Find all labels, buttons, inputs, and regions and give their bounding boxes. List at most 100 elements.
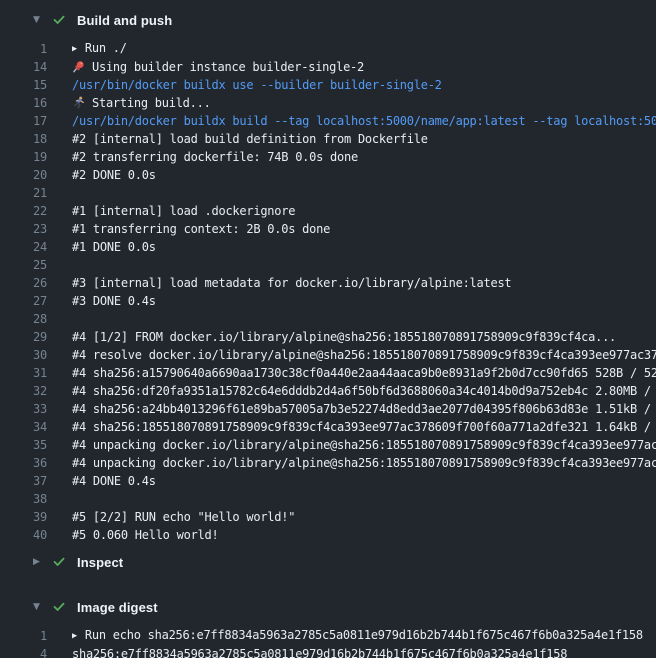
log-text: #4 sha256:a15790640a6690aa1730c38cf0a440… [72, 364, 656, 382]
run-command-toggle[interactable]: ▶ Run echo sha256:e7ff8834a5963a2785c5a08… [72, 626, 643, 646]
line-number[interactable]: 40 [0, 526, 47, 544]
line-number[interactable]: 32 [0, 382, 47, 400]
line-number[interactable]: 19 [0, 148, 47, 166]
line-number[interactable]: 27 [0, 292, 47, 310]
log-text-value: Run ./ [85, 41, 127, 55]
line-number[interactable]: 35 [0, 436, 47, 454]
check-icon [52, 600, 66, 614]
workflow-log-viewer: ▼Build and push1▶Run ./14Using builder i… [0, 0, 656, 658]
chevron-down-icon[interactable]: ▼ [30, 603, 43, 612]
run-command-toggle[interactable]: ▶ Run ./ [72, 39, 127, 59]
line-number[interactable]: 33 [0, 400, 47, 418]
log-text: #1 transferring context: 2B 0.0s done [72, 220, 330, 238]
check-icon [52, 13, 66, 27]
log-text: #4 [1/2] FROM docker.io/library/alpine@s… [72, 328, 616, 346]
line-number[interactable]: 1 [0, 627, 47, 645]
line-number[interactable]: 36 [0, 454, 47, 472]
log-text: /usr/bin/docker buildx build --tag local… [72, 112, 656, 130]
line-number[interactable]: 16 [0, 94, 47, 112]
log-line: 23 #1 transferring context: 2B 0.0s done [0, 220, 656, 238]
log-line: 1 ▶ Run echo sha256:e7ff8834a5963a2785c5a0… [0, 627, 656, 645]
line-number[interactable]: 25 [0, 256, 47, 274]
log-text: #3 [internal] load metadata for docker.i… [72, 274, 511, 292]
log-text-value: #2 transferring dockerfile: 74B 0.0s don… [72, 150, 358, 164]
log-line: 27 #3 DONE 0.4s [0, 292, 656, 310]
line-number[interactable]: 23 [0, 220, 47, 238]
log-text-value: #5 [2/2] RUN echo "Hello world!" [72, 510, 295, 524]
log-text-value: #4 [1/2] FROM docker.io/library/alpine@s… [72, 330, 616, 344]
line-number[interactable]: 34 [0, 418, 47, 436]
log-text-value: #4 unpacking docker.io/library/alpine@sh… [72, 438, 656, 452]
section-title: Build and push [77, 13, 172, 28]
expand-icon[interactable]: ▶ [72, 40, 77, 58]
line-number[interactable]: 24 [0, 238, 47, 256]
line-number[interactable]: 14 [0, 58, 47, 76]
log-text-value: #1 [internal] load .dockerignore [72, 204, 295, 218]
log-text: Starting build... [72, 94, 211, 112]
log-text-value: /usr/bin/docker buildx build --tag local… [72, 114, 656, 128]
log-text-value: #1 transferring context: 2B 0.0s done [72, 222, 330, 236]
chevron-down-icon[interactable]: ▼ [30, 16, 43, 25]
line-number[interactable]: 39 [0, 508, 47, 526]
log-line: 33 #4 sha256:a24bb4013296f61e89ba57005a7b… [0, 400, 656, 418]
section-header-image-digest[interactable]: ▼Image digest [0, 593, 656, 621]
line-number[interactable]: 20 [0, 166, 47, 184]
log-lines-build-and-push: 1 ▶ Run ./ 14 Using builder instance builder… [0, 34, 656, 548]
section-header-build-and-push[interactable]: ▼ Build and push [0, 6, 656, 34]
log-text-value: sha256:e7ff8834a5963a2785c5a0811e979d16b… [72, 647, 567, 658]
line-number[interactable]: 21 [0, 184, 47, 202]
log-line: 29 #4 [1/2] FROM docker.io/library/alpine… [0, 328, 656, 346]
log-line: 28 [0, 310, 656, 328]
line-number[interactable]: 37 [0, 472, 47, 490]
section-inspect: ▶ Inspect [0, 548, 656, 576]
log-line: 34 #4 sha256:185518070891758909c9f839cf4c… [0, 418, 656, 436]
section-title: Inspect [77, 555, 123, 570]
line-number[interactable]: 38 [0, 490, 47, 508]
log-line: 18#2 [internal] load build definition fr… [0, 130, 656, 148]
line-number[interactable]: 31 [0, 364, 47, 382]
log-text: #4 DONE 0.4s [72, 472, 156, 490]
log-line: 25 [0, 256, 656, 274]
log-text-value: #5 0.060 Hello world! [72, 528, 218, 542]
line-number[interactable]: 18 [0, 130, 47, 148]
log-line: 19 #2 transferring dockerfile: 74B 0.0s d… [0, 148, 656, 166]
log-line: 15/usr/bin/docker buildx use --builder b… [0, 76, 656, 94]
log-text-value: #3 [internal] load metadata for docker.i… [72, 276, 511, 290]
log-line: 30 #4 resolve docker.io/library/alpine@sh… [0, 346, 656, 364]
log-text: #4 sha256:185518070891758909c9f839cf4ca3… [72, 418, 656, 436]
log-line: 32 #4 sha256:df20fa9351a15782c64e6dddb2d4… [0, 382, 656, 400]
log-text: #4 sha256:df20fa9351a15782c64e6dddb2d4a6… [72, 382, 656, 400]
log-text: #2 transferring dockerfile: 74B 0.0s don… [72, 148, 358, 166]
log-line: 1 ▶ Run ./ [0, 40, 656, 58]
section-header-inspect[interactable]: ▶ Inspect [0, 548, 656, 576]
log-text-value: #4 resolve docker.io/library/alpine@sha2… [72, 348, 656, 362]
log-text: sha256:e7ff8834a5963a2785c5a0811e979d16b… [72, 645, 567, 658]
log-text: #2 DONE 0.0s [72, 166, 156, 184]
log-line: 38 [0, 490, 656, 508]
line-number[interactable]: 22 [0, 202, 47, 220]
log-text: #4 sha256:a24bb4013296f61e89ba57005a7b3e… [72, 400, 656, 418]
line-number[interactable]: 17 [0, 112, 47, 130]
log-text-value: #3 DONE 0.4s [72, 294, 156, 308]
log-line: 17/usr/bin/docker buildx build --tag loc… [0, 112, 656, 130]
line-number[interactable]: 4 [0, 645, 47, 658]
section-build-and-push: ▼ Build and push 1 ▶ Run ./ 14 Using builder i… [0, 6, 656, 548]
log-text: #1 [internal] load .dockerignore [72, 202, 295, 220]
log-text-value: Run echo sha256:e7ff8834a5963a2785c5a081… [85, 628, 643, 642]
line-number[interactable]: 29 [0, 328, 47, 346]
log-text-value: #4 sha256:185518070891758909c9f839cf4ca3… [72, 420, 656, 434]
line-number[interactable]: 15 [0, 76, 47, 94]
expand-icon[interactable]: ▶ [72, 627, 77, 645]
log-text: #4 resolve docker.io/library/alpine@sha2… [72, 346, 656, 364]
line-number[interactable]: 26 [0, 274, 47, 292]
line-number[interactable]: 28 [0, 310, 47, 328]
line-number[interactable]: 1 [0, 40, 47, 58]
log-text: Using builder instance builder-single-2 [72, 58, 364, 76]
pushpin-icon [72, 60, 85, 73]
log-text-value: Starting build... [92, 96, 211, 110]
log-line: 35 #4 unpacking docker.io/library/alpine@… [0, 436, 656, 454]
chevron-right-icon[interactable]: ▶ [30, 558, 43, 567]
log-text: #3 DONE 0.4s [72, 292, 156, 310]
line-number[interactable]: 30 [0, 346, 47, 364]
log-line: 36#4 unpacking docker.io/library/alpine@… [0, 454, 656, 472]
